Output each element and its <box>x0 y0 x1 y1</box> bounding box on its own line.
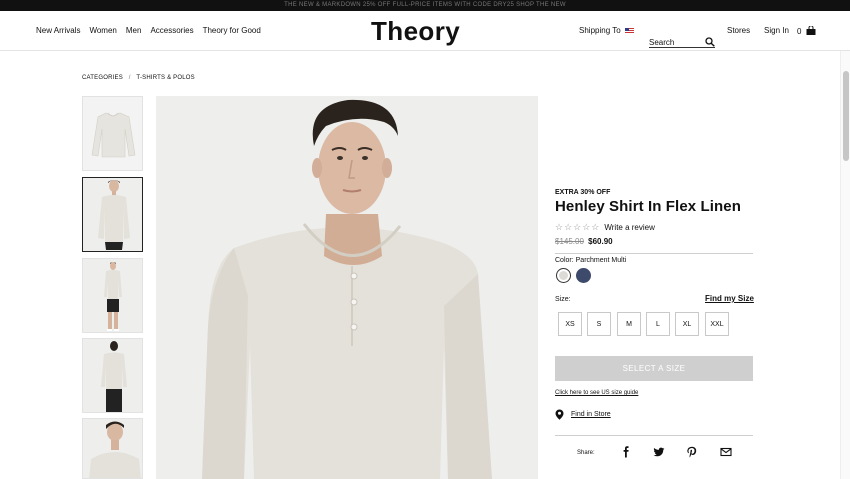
thumbnail-model-closeup-image <box>83 419 142 478</box>
nav-men[interactable]: Men <box>126 26 142 35</box>
product-thumbnail[interactable] <box>82 177 143 252</box>
write-review-link[interactable]: Write a review <box>604 223 655 232</box>
find-my-size-link[interactable]: Find my Size <box>705 294 754 303</box>
size-option-xl[interactable]: XL <box>675 312 699 336</box>
scrollbar-thumb[interactable] <box>843 71 849 161</box>
product-thumbnail[interactable] <box>82 96 143 171</box>
product-title: Henley Shirt In Flex Linen <box>555 198 741 215</box>
main-product-image[interactable] <box>156 96 538 479</box>
original-price: $145.00 <box>555 237 584 246</box>
pinterest-icon[interactable] <box>686 446 698 458</box>
size-option-s[interactable]: S <box>587 312 611 336</box>
rating-row: ☆☆☆☆☆ Write a review <box>555 222 753 233</box>
color-swatch-navy[interactable] <box>576 268 591 283</box>
nav-accessories[interactable]: Accessories <box>150 26 193 35</box>
thumbnail-model-full-image <box>83 259 142 332</box>
theory-logo[interactable]: Theory <box>371 16 460 47</box>
site-header: New Arrivals Women Men Accessories Theor… <box>0 11 850 51</box>
divider <box>555 435 753 436</box>
main-nav: New Arrivals Women Men Accessories Theor… <box>36 26 261 35</box>
thumbnail-model-front-image <box>83 178 142 251</box>
sign-in-link[interactable]: Sign In <box>764 26 789 35</box>
us-size-guide-link[interactable]: Click here to see US size guide <box>555 390 638 396</box>
find-in-store-label: Find in Store <box>571 411 611 418</box>
size-option-xs[interactable]: XS <box>558 312 582 336</box>
thumbnail-model-back-image <box>83 339 142 412</box>
breadcrumb-categories[interactable]: CATEGORIES <box>82 75 123 81</box>
bag-count: 0 <box>797 27 802 36</box>
color-row: Color: Parchment Multi <box>555 257 753 264</box>
model-wearing-henley-image <box>156 96 538 479</box>
breadcrumb-current[interactable]: T-SHIRTS & POLOS <box>136 75 194 81</box>
search-input[interactable]: Search <box>649 36 715 48</box>
select-size-button[interactable]: SELECT A SIZE <box>555 356 753 381</box>
shipping-to-selector[interactable]: Shipping To <box>579 26 634 35</box>
size-option-xxl[interactable]: XXL <box>705 312 729 336</box>
promo-eyebrow: EXTRA 30% OFF <box>555 189 611 196</box>
price-row: $145.00 $60.90 <box>555 237 753 246</box>
email-icon[interactable] <box>720 446 732 458</box>
page-scrollbar[interactable] <box>840 51 850 479</box>
star-rating-icon: ☆☆☆☆☆ <box>555 222 601 232</box>
location-pin-icon <box>555 409 564 420</box>
breadcrumb-separator: / <box>128 75 131 81</box>
share-label: Share: <box>577 450 595 456</box>
sale-price: $60.90 <box>588 237 613 246</box>
color-name: Parchment Multi <box>575 257 627 264</box>
color-swatch-parchment[interactable] <box>556 268 571 283</box>
twitter-icon[interactable] <box>653 446 665 458</box>
breadcrumb: CATEGORIES / T-SHIRTS & POLOS <box>82 75 195 81</box>
shopping-bag-icon <box>806 26 816 35</box>
promo-banner[interactable]: THE NEW & MARKDOWN 25% OFF FULL-PRICE IT… <box>0 0 850 11</box>
stores-link[interactable]: Stores <box>727 26 750 35</box>
product-thumbnail[interactable] <box>82 338 143 413</box>
search-placeholder: Search <box>649 38 675 47</box>
nav-theory-for-good[interactable]: Theory for Good <box>203 26 261 35</box>
shopping-bag-button[interactable]: 0 <box>797 26 816 36</box>
product-thumbnail[interactable] <box>82 418 143 479</box>
thumbnail-flat-shirt-image <box>83 97 142 170</box>
divider <box>555 253 753 254</box>
product-thumbnail[interactable] <box>82 258 143 333</box>
facebook-icon[interactable] <box>620 446 632 458</box>
find-in-store-link[interactable]: Find in Store <box>555 409 611 420</box>
nav-women[interactable]: Women <box>89 26 116 35</box>
search-icon[interactable] <box>705 37 715 47</box>
shipping-label: Shipping To <box>579 26 621 35</box>
size-option-m[interactable]: M <box>617 312 641 336</box>
size-option-l[interactable]: L <box>646 312 670 336</box>
us-flag-icon <box>624 28 634 34</box>
nav-new-arrivals[interactable]: New Arrivals <box>36 26 80 35</box>
color-label: Color: <box>555 257 574 264</box>
